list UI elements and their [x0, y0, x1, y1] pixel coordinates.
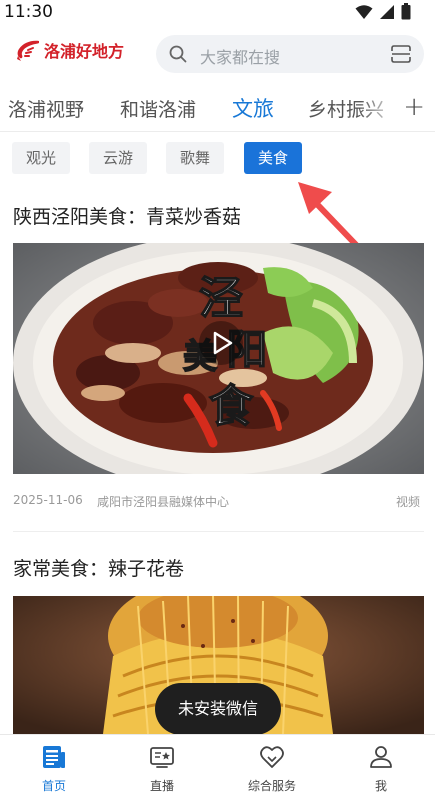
play-icon: [213, 331, 233, 355]
overlay-char-4: 食: [209, 381, 254, 432]
nav-me[interactable]: 我: [327, 735, 435, 792]
channel-tab-harmony[interactable]: 和谐洛浦: [120, 95, 196, 122]
user-icon: [370, 746, 392, 768]
bottom-nav: 首页 直播 综合服务 我: [0, 734, 435, 792]
article-title[interactable]: 陕西泾阳美食：青菜炒香菇: [13, 202, 241, 229]
plus-icon[interactable]: +: [403, 94, 425, 120]
search-icon: [169, 45, 187, 63]
article-date: 2025-11-06: [13, 493, 83, 507]
article-title[interactable]: 家常美食：辣子花卷: [13, 554, 184, 581]
nav-home[interactable]: 首页: [0, 735, 108, 792]
app-header: 洛浦好地方 大家都在搜: [0, 32, 435, 76]
play-button[interactable]: [199, 321, 243, 365]
status-icons: [355, 3, 411, 20]
nav-services[interactable]: 综合服务: [218, 735, 326, 792]
channel-tabs: 洛浦视野 和谐洛浦 文旅 乡村振兴 +: [0, 86, 435, 132]
live-tv-icon: [150, 747, 174, 768]
article-source: 咸阳市泾阳县融媒体中心: [97, 495, 230, 509]
subtab-sightseeing[interactable]: 观光: [12, 142, 71, 174]
toast-message: 未安装微信: [155, 683, 281, 735]
scan-icon[interactable]: [390, 44, 412, 64]
app-logo[interactable]: 洛浦好地方: [15, 38, 124, 62]
search-placeholder: 大家都在搜: [200, 48, 281, 67]
nav-label: 首页: [41, 779, 66, 792]
nav-live[interactable]: 直播: [108, 735, 216, 792]
shrimp-logo-icon: [17, 40, 39, 61]
article-type-badge: 视频: [395, 495, 420, 509]
status-bar: 11:30: [0, 0, 435, 26]
battery-icon: [401, 3, 411, 20]
channel-fade: [360, 86, 400, 130]
logo-text: 洛浦好地方: [44, 42, 125, 61]
service-heart-icon: [260, 746, 284, 768]
nav-label: 综合服务: [247, 779, 296, 792]
divider: [13, 531, 424, 532]
nav-label: 直播: [149, 779, 174, 792]
article-video-thumbnail[interactable]: 泾 阳 美 食: [13, 243, 424, 474]
wifi-icon: [355, 4, 373, 19]
channel-tab-culture-tourism[interactable]: 文旅: [232, 93, 274, 123]
news-icon: [43, 746, 65, 768]
status-time: 11:30: [4, 2, 53, 22]
subtab-cloud-tour[interactable]: 云游: [89, 142, 148, 174]
channel-tab-luopu-view[interactable]: 洛浦视野: [8, 95, 84, 122]
nav-label: 我: [374, 779, 387, 792]
subtab-song-dance[interactable]: 歌舞: [166, 142, 225, 174]
overlay-char-1: 泾: [199, 273, 243, 324]
cellular-signal-icon: [380, 4, 394, 19]
search-bar[interactable]: 大家都在搜: [156, 35, 424, 73]
